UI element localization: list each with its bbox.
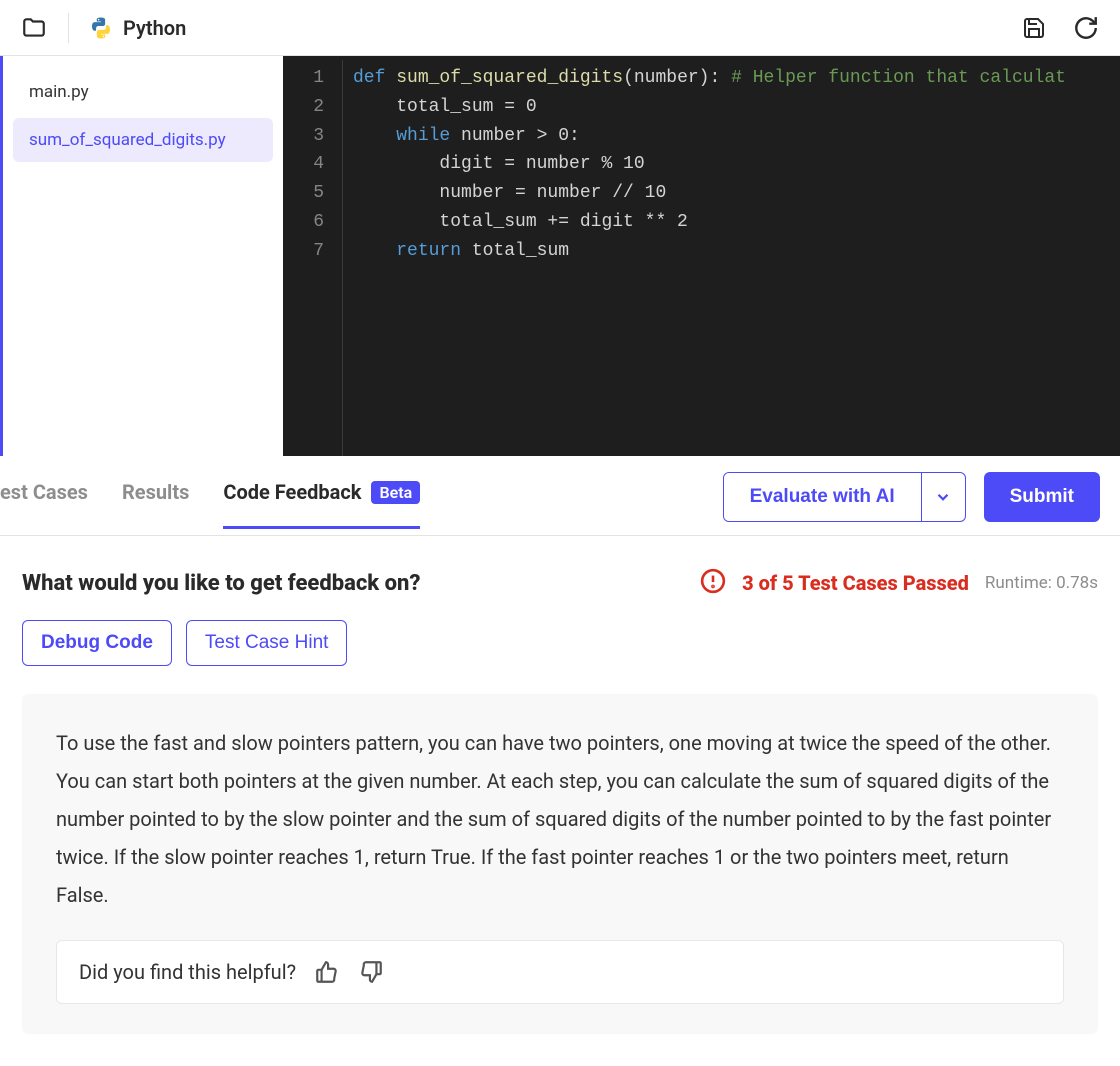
line-gutter: 1234567 [283, 60, 343, 456]
language-label: Python [123, 16, 186, 40]
helpful-row: Did you find this helpful? [56, 940, 1064, 1004]
feedback-status: 3 of 5 Test Cases Passed Runtime: 0.78s [700, 568, 1098, 598]
save-icon[interactable] [1020, 14, 1048, 42]
tab-label: Code Feedback [223, 480, 361, 504]
tab-test-cases[interactable]: est Cases [0, 480, 88, 529]
evaluate-group: Evaluate with AI [723, 472, 966, 522]
runtime-label: Runtime: 0.78s [985, 573, 1098, 593]
feedback-header: What would you like to get feedback on? … [22, 568, 1098, 598]
topbar: Python [0, 0, 1120, 56]
chevron-down-icon [934, 488, 952, 506]
file-item-main[interactable]: main.py [13, 70, 273, 114]
topbar-right [1020, 14, 1100, 42]
feedback-card: To use the fast and slow pointers patter… [22, 694, 1098, 1034]
beta-badge: Beta [371, 481, 420, 504]
python-logo-icon [89, 16, 113, 40]
evaluate-dropdown[interactable] [921, 473, 965, 521]
helpful-prompt: Did you find this helpful? [79, 960, 296, 984]
tab-label: Results [122, 480, 189, 504]
thumbs-down-icon[interactable] [358, 959, 384, 985]
tab-results[interactable]: Results [122, 480, 189, 529]
alert-icon [700, 568, 726, 598]
test-case-hint-button[interactable]: Test Case Hint [186, 620, 348, 666]
tab-label: est Cases [0, 480, 88, 504]
file-sidebar: main.py sum_of_squared_digits.py [3, 56, 283, 456]
feedback-section: What would you like to get feedback on? … [0, 536, 1120, 1066]
evaluate-button[interactable]: Evaluate with AI [724, 473, 921, 521]
feedback-title: What would you like to get feedback on? [22, 571, 421, 596]
language-selector[interactable]: Python [89, 16, 186, 40]
feedback-actions: Debug Code Test Case Hint [22, 620, 1098, 666]
divider [68, 13, 69, 43]
tab-code-feedback[interactable]: Code Feedback Beta [223, 480, 420, 529]
editor-row: main.py sum_of_squared_digits.py 1234567… [0, 56, 1120, 456]
folder-icon[interactable] [20, 14, 48, 42]
code-editor[interactable]: 1234567 def sum_of_squared_digits(number… [283, 56, 1120, 456]
thumbs-up-icon[interactable] [314, 959, 340, 985]
tabs-actions: Evaluate with AI Submit [723, 472, 1100, 538]
topbar-left: Python [20, 13, 1004, 43]
tabs-row: est Cases Results Code Feedback Beta Eva… [0, 456, 1120, 536]
debug-code-button[interactable]: Debug Code [22, 620, 172, 666]
submit-button[interactable]: Submit [984, 472, 1100, 522]
feedback-text: To use the fast and slow pointers patter… [56, 724, 1064, 914]
code-content[interactable]: def sum_of_squared_digits(number): # Hel… [353, 60, 1120, 456]
file-item-helper[interactable]: sum_of_squared_digits.py [13, 118, 273, 162]
test-case-status: 3 of 5 Test Cases Passed [742, 571, 969, 595]
tabs-left: est Cases Results Code Feedback Beta [0, 474, 723, 535]
refresh-icon[interactable] [1072, 14, 1100, 42]
